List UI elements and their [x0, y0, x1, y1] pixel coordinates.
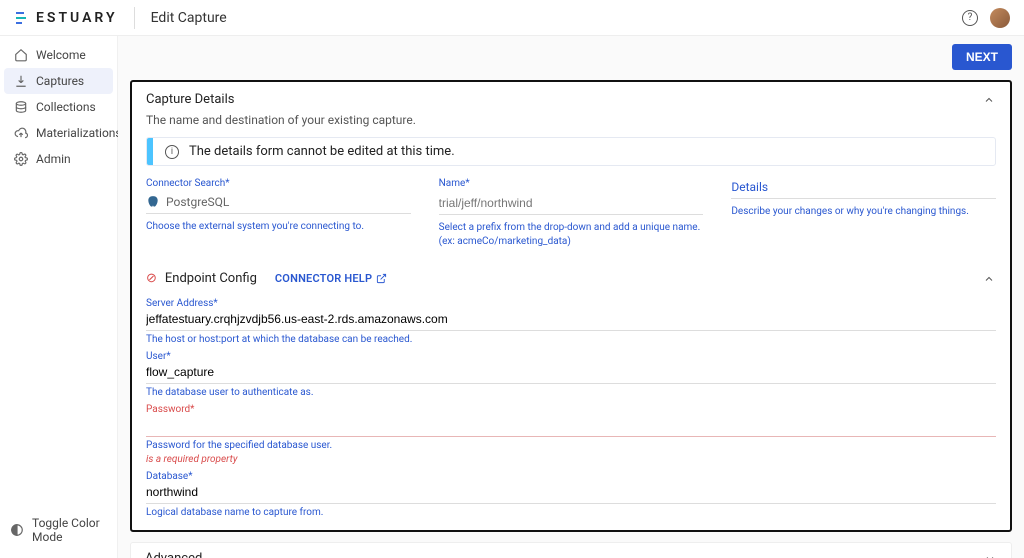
toggle-color-mode[interactable]: Toggle Color Mode — [0, 506, 117, 558]
name-field: Name* Select a prefix from the drop-down… — [439, 178, 704, 249]
info-icon: i — [165, 145, 179, 159]
gear-icon — [14, 152, 28, 166]
endpoint-title: Endpoint Config — [165, 271, 257, 286]
chevron-down-icon — [983, 552, 997, 558]
advanced-accordion[interactable]: Advanced — [130, 542, 1012, 558]
postgresql-icon — [146, 195, 160, 209]
user-label: User* — [146, 351, 996, 362]
connector-help: Choose the external system you're connec… — [146, 220, 411, 234]
topbar: ESTUARY Edit Capture ? — [0, 0, 1024, 36]
password-error: is a required property — [146, 454, 996, 465]
sidebar-item-collections[interactable]: Collections — [4, 94, 113, 120]
sidebar-item-materializations[interactable]: Materializations — [4, 120, 113, 146]
sidebar-item-welcome[interactable]: Welcome — [4, 42, 113, 68]
help-icon[interactable]: ? — [962, 10, 978, 26]
endpoint-config-header: ⊘ Endpoint Config CONNECTOR HELP — [146, 271, 996, 286]
logo-mark-icon — [14, 10, 30, 26]
divider — [134, 7, 135, 29]
download-icon — [14, 74, 28, 88]
theme-icon — [10, 523, 24, 537]
password-help: Password for the specified database user… — [146, 440, 996, 451]
server-address-label: Server Address* — [146, 298, 996, 309]
details-field: Details Describe your changes or why you… — [731, 178, 996, 249]
main-content: NEXT Capture Details The name and destin… — [118, 36, 1024, 558]
database-field: Database* Logical database name to captu… — [146, 471, 996, 518]
sidebar-item-admin[interactable]: Admin — [4, 146, 113, 172]
cloud-up-icon — [14, 126, 28, 140]
server-address-help: The host or host:port at which the datab… — [146, 334, 996, 345]
database-help: Logical database name to capture from. — [146, 507, 996, 518]
home-icon — [14, 48, 28, 62]
sidebar: Welcome Captures Collections Materializa… — [0, 36, 118, 558]
connector-search-field: Connector Search* PostgreSQL Choose the … — [146, 178, 411, 249]
details-help: Describe your changes or why you're chan… — [731, 205, 996, 219]
stack-icon — [14, 100, 28, 114]
server-address-input[interactable] — [146, 309, 996, 331]
database-label: Database* — [146, 471, 996, 482]
sidebar-item-captures[interactable]: Captures — [4, 68, 113, 94]
connector-value[interactable]: PostgreSQL — [146, 193, 411, 214]
avatar[interactable] — [990, 8, 1010, 28]
advanced-label: Advanced — [145, 551, 202, 558]
database-input[interactable] — [146, 482, 996, 504]
info-banner-text: The details form cannot be edited at thi… — [189, 144, 455, 159]
info-banner: i The details form cannot be edited at t… — [146, 137, 996, 166]
brand-logo[interactable]: ESTUARY — [14, 10, 118, 26]
external-link-icon — [376, 273, 387, 284]
name-help: Select a prefix from the drop-down and a… — [439, 221, 704, 249]
sidebar-item-label: Collections — [36, 100, 96, 114]
sidebar-item-label: Materializations — [36, 126, 122, 140]
connector-help-link[interactable]: CONNECTOR HELP — [275, 272, 387, 285]
capture-details-title: Capture Details — [146, 92, 234, 107]
sidebar-item-label: Welcome — [36, 48, 86, 62]
next-button[interactable]: NEXT — [952, 44, 1012, 70]
toggle-color-label: Toggle Color Mode — [32, 516, 107, 544]
brand-text: ESTUARY — [36, 10, 118, 26]
details-label[interactable]: Details — [731, 178, 996, 199]
capture-details-card: Capture Details The name and destination… — [130, 80, 1012, 532]
name-label: Name* — [439, 178, 704, 189]
user-input[interactable] — [146, 362, 996, 384]
chevron-up-icon[interactable] — [982, 272, 996, 286]
sidebar-item-label: Captures — [36, 74, 84, 88]
server-address-field: Server Address* The host or host:port at… — [146, 298, 996, 345]
warning-icon: ⊘ — [146, 272, 157, 285]
user-field: User* The database user to authenticate … — [146, 351, 996, 398]
name-input[interactable] — [439, 193, 704, 215]
password-input[interactable] — [146, 415, 996, 437]
sidebar-item-label: Admin — [36, 152, 71, 166]
password-field: Password* Password for the specified dat… — [146, 404, 996, 465]
page-title: Edit Capture — [151, 10, 227, 26]
password-label: Password* — [146, 404, 996, 415]
sidebar-nav: Welcome Captures Collections Materializa… — [0, 36, 117, 172]
connector-label: Connector Search* — [146, 178, 411, 189]
user-help: The database user to authenticate as. — [146, 387, 996, 398]
chevron-up-icon[interactable] — [982, 93, 996, 107]
capture-details-subtitle: The name and destination of your existin… — [146, 113, 996, 127]
